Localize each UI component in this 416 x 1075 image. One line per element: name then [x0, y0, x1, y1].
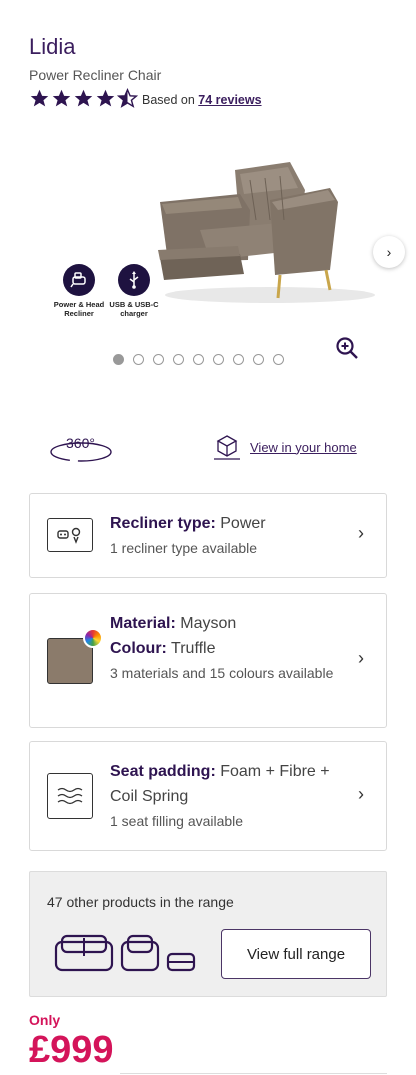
- reviews-link[interactable]: 74 reviews: [198, 93, 261, 107]
- colour-title: Colour:: [110, 640, 167, 657]
- sofa-range-icon: [54, 934, 196, 972]
- gallery-dot[interactable]: [193, 354, 204, 365]
- material-title: Material:: [110, 615, 176, 632]
- gallery-pagination: [113, 354, 284, 365]
- reviews-summary: Based on 74 reviews: [142, 93, 262, 107]
- star-icon: [52, 89, 71, 107]
- feature-label: USB & USB-C charger: [109, 300, 159, 318]
- chevron-right-icon: ›: [358, 648, 364, 668]
- recliner-type-value: Power: [215, 515, 266, 532]
- star-icon: [74, 89, 93, 107]
- half-star-icon: [117, 88, 138, 108]
- star-icon: [30, 89, 49, 107]
- range-section: 47 other products in the range View full…: [29, 871, 387, 997]
- recliner-type-card[interactable]: Recliner type: Power 1 recliner type ava…: [29, 493, 387, 578]
- recliner-type-sub: 1 recliner type available: [110, 540, 258, 556]
- seat-padding-icon: [47, 773, 93, 819]
- rating-stars: [29, 88, 138, 109]
- gallery-dot[interactable]: [253, 354, 264, 365]
- divider: [120, 1073, 387, 1074]
- material-sub: 3 materials and 15 colours available: [110, 665, 334, 681]
- gallery-dot[interactable]: [133, 354, 144, 365]
- chevron-right-icon: ›: [358, 523, 364, 543]
- view-full-range-button[interactable]: View full range: [221, 929, 371, 979]
- seat-padding-sub: 1 seat filling available: [110, 813, 244, 829]
- product-subtitle: Power Recliner Chair: [29, 67, 162, 83]
- product-title: Lidia: [29, 34, 76, 59]
- seat-padding-card[interactable]: Seat padding: Foam + Fibre + Coil Spring…: [29, 741, 387, 851]
- power-head-recliner-icon: [63, 264, 95, 296]
- ar-cube-icon: [214, 435, 240, 460]
- colour-wheel-icon: [83, 628, 103, 648]
- view-in-home-label: View in your home: [250, 439, 357, 455]
- view-360-label: 360°: [66, 435, 95, 451]
- chevron-right-icon: ›: [386, 244, 392, 260]
- gallery-dot[interactable]: [173, 354, 184, 365]
- price-amount: £999: [29, 1029, 114, 1071]
- gallery-dot[interactable]: [233, 354, 244, 365]
- gallery-next-button[interactable]: ›: [373, 236, 405, 268]
- material-value: Mayson: [175, 615, 237, 632]
- feature-label: Power & Head Recliner: [53, 300, 105, 318]
- recliner-type-icon: [47, 518, 93, 552]
- price-prefix: Only: [29, 1012, 61, 1028]
- recliner-type-title: Recliner type:: [110, 515, 216, 532]
- feature-badge-usb: USB & USB-C charger: [103, 264, 165, 318]
- view-360-icon[interactable]: 360°: [48, 432, 114, 466]
- colour-value: Truffle: [166, 640, 216, 657]
- material-colour-card[interactable]: Material: Mayson Colour: Truffle 3 mater…: [29, 593, 387, 728]
- range-text: 47 other products in the range: [47, 894, 234, 910]
- reviews-prefix: Based on: [142, 93, 199, 107]
- gallery-dot[interactable]: [213, 354, 224, 365]
- gallery-dot[interactable]: [113, 354, 124, 365]
- product-image[interactable]: [140, 150, 380, 310]
- usb-icon: [118, 264, 150, 296]
- gallery-dot[interactable]: [273, 354, 284, 365]
- chevron-right-icon: ›: [358, 784, 364, 804]
- seat-padding-title: Seat padding:: [110, 763, 216, 780]
- zoom-in-icon[interactable]: [334, 335, 360, 361]
- feature-badge-power: Power & Head Recliner: [48, 264, 110, 318]
- star-icon: [96, 89, 115, 107]
- gallery-dot[interactable]: [153, 354, 164, 365]
- view-in-home-link[interactable]: View in your home: [212, 432, 357, 462]
